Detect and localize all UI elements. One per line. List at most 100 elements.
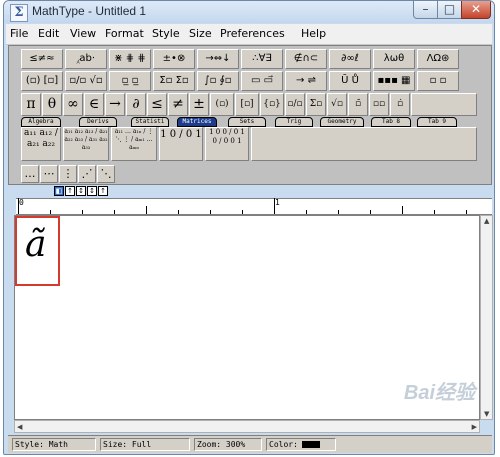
not-equal-button[interactable]: ≠ <box>168 93 188 116</box>
parentheses-button[interactable]: (▫) <box>210 93 234 116</box>
status-color-label: Color: <box>269 440 298 449</box>
tab-statistics[interactable]: Statisti <box>131 117 169 127</box>
tab-select-icon[interactable]: ◧ <box>54 186 64 196</box>
menu-help[interactable]: Help <box>301 27 326 40</box>
ruler-tick <box>82 210 83 214</box>
logic-palette[interactable]: ∴∀∃ <box>241 49 283 69</box>
ellipsis-button[interactable]: … <box>21 165 39 183</box>
empty-template-area <box>251 127 477 161</box>
tab-geometry[interactable]: Geometry <box>320 117 364 127</box>
ruler-label-zero: 0 <box>19 198 24 207</box>
title-bar[interactable]: Σ MathType - Untitled 1 – □ ✕ <box>4 1 494 23</box>
spaces-palette[interactable]: ⁁ab⋅ <box>65 49 107 69</box>
scroll-up-arrow-icon[interactable]: ▲ <box>484 217 489 225</box>
relations-palette[interactable]: ≤≠≈ <box>21 49 63 69</box>
scroll-up-icon[interactable]: ↑ <box>98 186 108 196</box>
matrix-mxn-template[interactable]: a₁₁ … a₁ₙ / ⋮ ⋱ ⋮ / aₘ₁ … aₘₙ <box>111 127 157 161</box>
minimize-button[interactable]: – <box>413 1 438 19</box>
subscript-button[interactable]: ▫▫ <box>369 93 389 116</box>
boxes-palette[interactable]: ▫ ▫ <box>417 71 459 91</box>
scroll-left-arrow-icon[interactable]: ◀ <box>17 423 22 431</box>
menu-edit[interactable]: Edit <box>38 27 59 40</box>
ruler-tick <box>18 198 19 214</box>
set-theory-palette[interactable]: ∉∩⊂ <box>285 49 327 69</box>
infinity-button[interactable]: ∞ <box>63 93 83 116</box>
tab-sets[interactable]: Sets <box>228 117 266 127</box>
collapse-icon[interactable]: ↕ <box>87 186 97 196</box>
menu-file[interactable]: File <box>10 27 28 40</box>
equation-editor[interactable]: ã Bai经验 <box>14 215 480 420</box>
window-title: MathType - Untitled 1 <box>32 4 147 18</box>
diagonal-down-ellipsis-button[interactable]: ⋱ <box>97 165 115 183</box>
element-of-button[interactable]: ∈ <box>84 93 104 116</box>
arrows-palette[interactable]: →⇔↓ <box>197 49 239 69</box>
menu-style[interactable]: Style <box>152 27 180 40</box>
menu-preferences[interactable]: Preferences <box>220 27 285 40</box>
right-arrow-button[interactable]: → <box>105 93 125 116</box>
scroll-right-arrow-icon[interactable]: ▶ <box>472 423 477 431</box>
braces-button[interactable]: {▫} <box>260 93 284 116</box>
menu-format[interactable]: Format <box>105 27 144 40</box>
overbar-button[interactable]: ▫̄ <box>348 93 368 116</box>
ruler-tick <box>242 210 243 214</box>
vertical-ellipsis-button[interactable]: ⋮ <box>59 165 77 183</box>
identity-2x2-template[interactable]: 1 0 / 0 1 <box>159 127 203 161</box>
color-swatch <box>301 441 320 448</box>
tab-9[interactable]: Tab 9 <box>417 117 457 127</box>
tab-8[interactable]: Tab 8 <box>371 117 411 127</box>
fraction-button[interactable]: ▫/▫ <box>285 93 305 116</box>
sqrt-button[interactable]: √▫ <box>327 93 347 116</box>
labeled-arrows-palette[interactable]: → ⇌ <box>285 71 327 91</box>
dot-accent-button[interactable]: ▫̇ <box>390 93 410 116</box>
status-bar: Style: Math Size: Full Zoom: 300% Color: <box>8 435 492 453</box>
matrix-2x2-template[interactable]: a₁₁ a₁₂ / a₂₁ a₂₂ <box>21 127 61 161</box>
tab-trig[interactable]: Trig <box>275 117 313 127</box>
move-up-icon[interactable]: ↑ <box>65 186 75 196</box>
ruler-tick <box>306 210 307 214</box>
expand-icon[interactable]: ↕ <box>76 186 86 196</box>
menu-size[interactable]: Size <box>189 27 212 40</box>
identity-3x3-template[interactable]: 1 0 0 / 0 1 0 / 0 0 1 <box>205 127 249 161</box>
greek-lower-palette[interactable]: λωθ <box>373 49 415 69</box>
less-equal-button[interactable]: ≤ <box>147 93 167 116</box>
greek-upper-palette[interactable]: ΛΩ⊛ <box>417 49 459 69</box>
integrals-palette[interactable]: ∫▫ ∮▫ <box>197 71 239 91</box>
plus-minus-button[interactable]: ± <box>189 93 209 116</box>
formula-text[interactable]: ã <box>25 224 46 265</box>
ruler[interactable]: 0 1 <box>16 198 492 215</box>
menu-view[interactable]: View <box>70 27 96 40</box>
tab-algebra[interactable]: Algebra <box>21 117 61 127</box>
scroll-down-arrow-icon[interactable]: ▼ <box>484 410 489 418</box>
ruler-tick <box>50 210 51 214</box>
summation-button[interactable]: Σ▫ <box>306 93 326 116</box>
fractions-radicals-palette[interactable]: ▫/▫ √▫ <box>65 71 107 91</box>
ruler-tick <box>146 206 147 214</box>
pi-button[interactable]: π <box>21 93 41 116</box>
diagonal-up-ellipsis-button[interactable]: ⋰ <box>78 165 96 183</box>
underbar-overbar-palette[interactable]: ▭ ▭⃗ <box>241 71 283 91</box>
tab-matrices[interactable]: Matrices <box>177 117 217 127</box>
watermark-logo: Bai经验 <box>403 382 475 404</box>
horizontal-scrollbar[interactable]: ◀ ▶ <box>14 420 480 433</box>
fences-palette[interactable]: (▫) [▫] <box>21 71 63 91</box>
summation-palette[interactable]: Σ▫ Σ▫ <box>153 71 195 91</box>
theta-button[interactable]: θ <box>42 93 62 116</box>
brackets-button[interactable]: [▫] <box>235 93 259 116</box>
operators-palette[interactable]: ±•⊗ <box>153 49 195 69</box>
empty-slot <box>411 93 477 116</box>
midline-ellipsis-button[interactable]: ⋯ <box>40 165 58 183</box>
subscript-superscript-palette[interactable]: ▫̲ ▫̲ <box>109 71 151 91</box>
close-button[interactable]: ✕ <box>461 1 491 19</box>
maximize-button[interactable]: □ <box>437 1 462 19</box>
misc-symbols-palette[interactable]: ∂∞ℓ <box>329 49 371 69</box>
ruler-label-one: 1 <box>275 198 280 207</box>
ruler-tick <box>178 210 179 214</box>
embellishments-palette[interactable]: ⋇ ⋕ ⋕ <box>109 49 151 69</box>
partial-button[interactable]: ∂ <box>126 93 146 116</box>
matrix-3x3-template[interactable]: a₁₁ a₁₂ a₁₃ / a₂₁ a₂₂ a₂₃ / a₃₁ a₃₂ a₃₃ <box>63 127 109 161</box>
vertical-scrollbar[interactable]: ▲ ▼ <box>480 215 493 420</box>
matrix-templates-palette[interactable]: ▪▪▪ ▦ <box>373 71 415 91</box>
tab-derivs[interactable]: Derivs <box>79 117 117 127</box>
products-palette[interactable]: Ū Ů <box>329 71 371 91</box>
formula-highlight: ã <box>15 216 60 286</box>
